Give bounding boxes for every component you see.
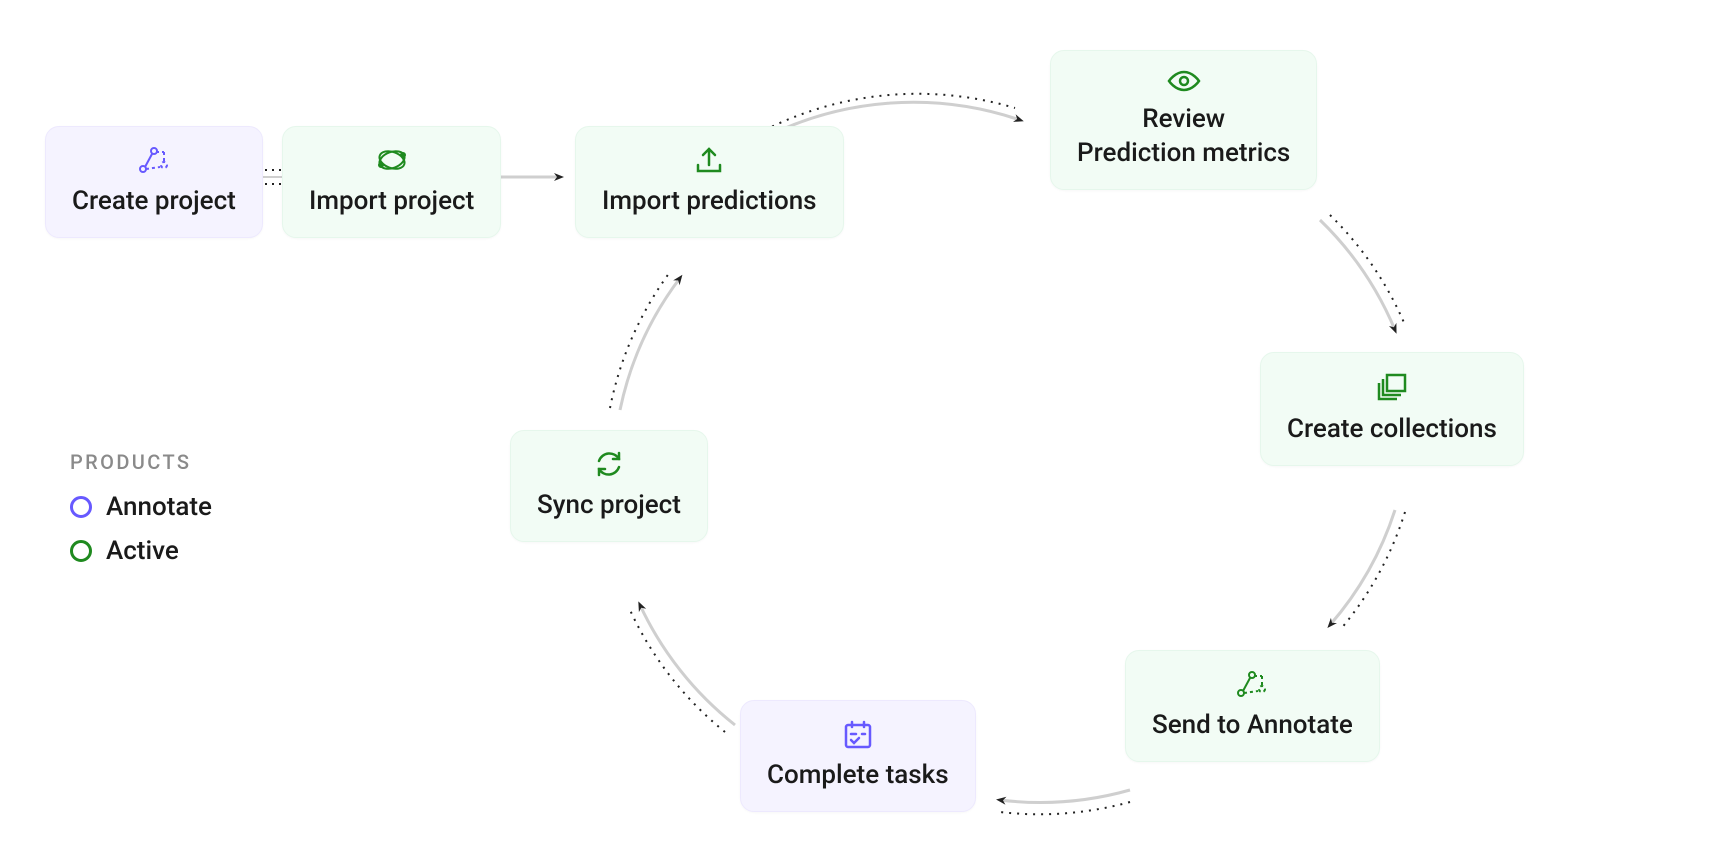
workflow-diagram: Create project Import project Import pre… bbox=[0, 0, 1722, 866]
node-label: Send to Annotate bbox=[1152, 709, 1353, 743]
legend-item-annotate: Annotate bbox=[70, 492, 212, 522]
legend-label: Annotate bbox=[106, 492, 212, 522]
tasks-icon bbox=[842, 719, 874, 749]
node-label: Import predictions bbox=[602, 185, 817, 219]
upload-icon bbox=[693, 145, 725, 175]
sync-icon bbox=[594, 449, 624, 479]
node-label: Import project bbox=[309, 185, 474, 219]
node-label: Complete tasks bbox=[767, 759, 949, 793]
node-complete-tasks: Complete tasks bbox=[740, 700, 976, 812]
node-send-to-annotate: Send to Annotate bbox=[1125, 650, 1380, 762]
legend-swatch-annotate bbox=[70, 496, 92, 518]
node-review-prediction: Review Prediction metrics bbox=[1050, 50, 1317, 190]
connector-sync-to-predictions bbox=[610, 272, 680, 410]
node-import-project: Import project bbox=[282, 126, 501, 238]
legend: PRODUCTS Annotate Active bbox=[70, 450, 212, 580]
connector-review-to-collections bbox=[1320, 215, 1405, 330]
node-create-collections: Create collections bbox=[1260, 352, 1524, 466]
legend-item-active: Active bbox=[70, 536, 212, 566]
node-label: Create collections bbox=[1287, 413, 1497, 447]
project-create-icon bbox=[137, 145, 171, 175]
node-label: Create project bbox=[72, 185, 236, 219]
connector-collections-to-send bbox=[1330, 510, 1405, 630]
eye-icon bbox=[1166, 69, 1202, 93]
legend-title: PRODUCTS bbox=[70, 450, 212, 474]
node-create-project: Create project bbox=[45, 126, 263, 238]
connector-complete-to-sync bbox=[630, 605, 735, 732]
legend-label: Active bbox=[106, 536, 179, 566]
node-label: Sync project bbox=[537, 489, 681, 523]
import-project-icon bbox=[375, 145, 409, 175]
node-import-predictions: Import predictions bbox=[575, 126, 844, 238]
connector-send-to-complete bbox=[1000, 790, 1130, 814]
legend-swatch-active bbox=[70, 540, 92, 562]
send-annotate-icon bbox=[1235, 669, 1269, 699]
collections-icon bbox=[1375, 371, 1409, 403]
node-label: Review Prediction metrics bbox=[1077, 103, 1290, 171]
node-sync-project: Sync project bbox=[510, 430, 708, 542]
